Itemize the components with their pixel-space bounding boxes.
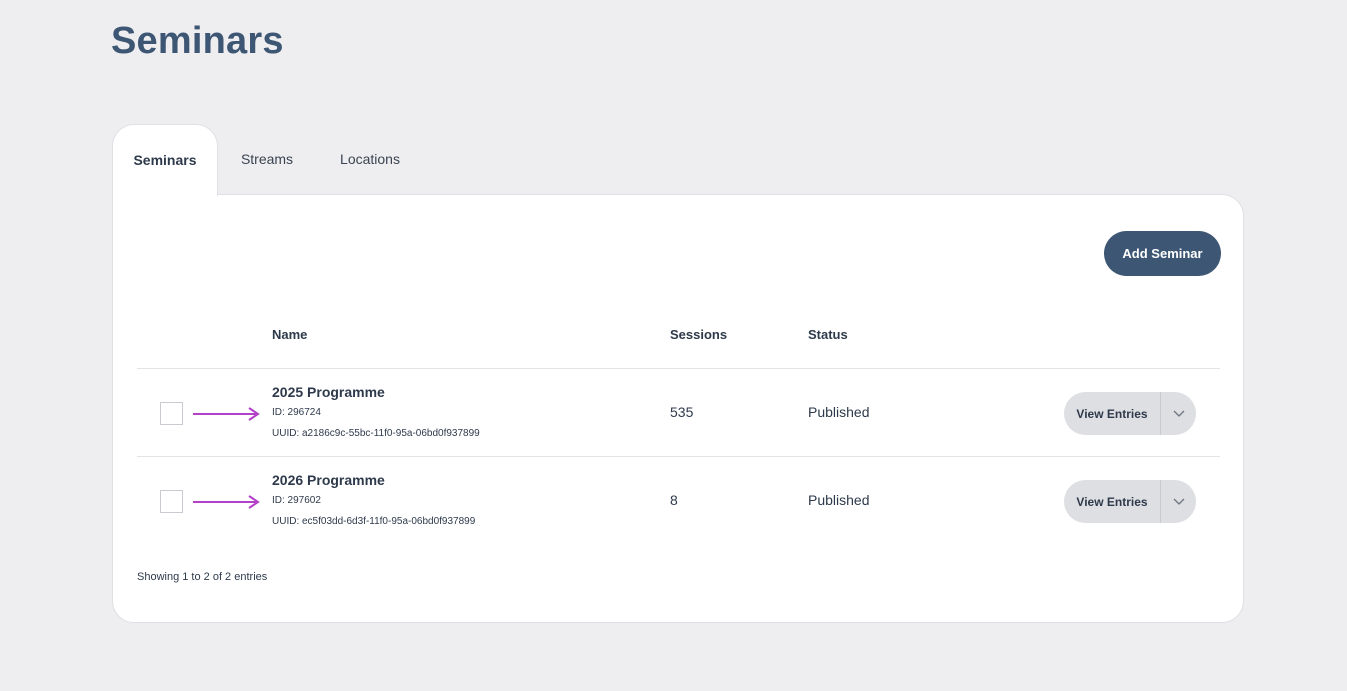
seminar-uuid: UUID: a2186c9c-55bc-11f0-95a-06bd0f93789… bbox=[272, 428, 480, 439]
right-arrow-annotation-icon bbox=[193, 495, 260, 509]
column-header-sessions[interactable]: Sessions bbox=[670, 327, 727, 342]
actions-dropdown-toggle[interactable] bbox=[1161, 480, 1196, 523]
seminars-panel: Add Seminar Name Sessions Status 2025 Pr… bbox=[112, 194, 1244, 623]
status-text: Published bbox=[808, 492, 870, 508]
chevron-down-icon bbox=[1173, 498, 1184, 505]
pagination-info: Showing 1 to 2 of 2 entries bbox=[137, 571, 268, 583]
tab-locations[interactable]: Locations bbox=[330, 124, 410, 195]
seminar-name[interactable]: 2026 Programme bbox=[272, 472, 385, 488]
page-title: Seminars bbox=[111, 20, 284, 62]
actions-dropdown-toggle[interactable] bbox=[1161, 392, 1196, 435]
row-checkbox[interactable] bbox=[160, 490, 183, 513]
seminar-id: ID: 296724 bbox=[272, 407, 321, 418]
column-header-status[interactable]: Status bbox=[808, 327, 848, 342]
column-header-name[interactable]: Name bbox=[272, 327, 307, 342]
view-entries-button[interactable]: View Entries bbox=[1064, 480, 1161, 523]
table-row: 2025 Programme ID: 296724 UUID: a2186c9c… bbox=[113, 369, 1245, 457]
table-row: 2026 Programme ID: 297602 UUID: ec5f03dd… bbox=[113, 457, 1245, 545]
view-entries-split-button: View Entries bbox=[1064, 480, 1196, 523]
view-entries-button[interactable]: View Entries bbox=[1064, 392, 1161, 435]
right-arrow-annotation-icon bbox=[193, 407, 260, 421]
tab-streams[interactable]: Streams bbox=[230, 124, 304, 195]
status-text: Published bbox=[808, 404, 870, 420]
tab-seminars[interactable]: Seminars bbox=[112, 124, 218, 196]
tab-label: Seminars bbox=[133, 151, 197, 168]
add-seminar-button[interactable]: Add Seminar bbox=[1104, 231, 1221, 276]
sessions-count: 8 bbox=[670, 492, 678, 508]
seminar-uuid: UUID: ec5f03dd-6d3f-11f0-95a-06bd0f93789… bbox=[272, 516, 476, 527]
seminar-id: ID: 297602 bbox=[272, 495, 321, 506]
tab-label: Streams bbox=[240, 150, 294, 167]
chevron-down-icon bbox=[1173, 410, 1184, 417]
tab-label: Locations bbox=[340, 150, 400, 167]
row-checkbox[interactable] bbox=[160, 402, 183, 425]
view-entries-split-button: View Entries bbox=[1064, 392, 1196, 435]
sessions-count: 535 bbox=[670, 404, 694, 420]
seminar-name[interactable]: 2025 Programme bbox=[272, 384, 385, 400]
